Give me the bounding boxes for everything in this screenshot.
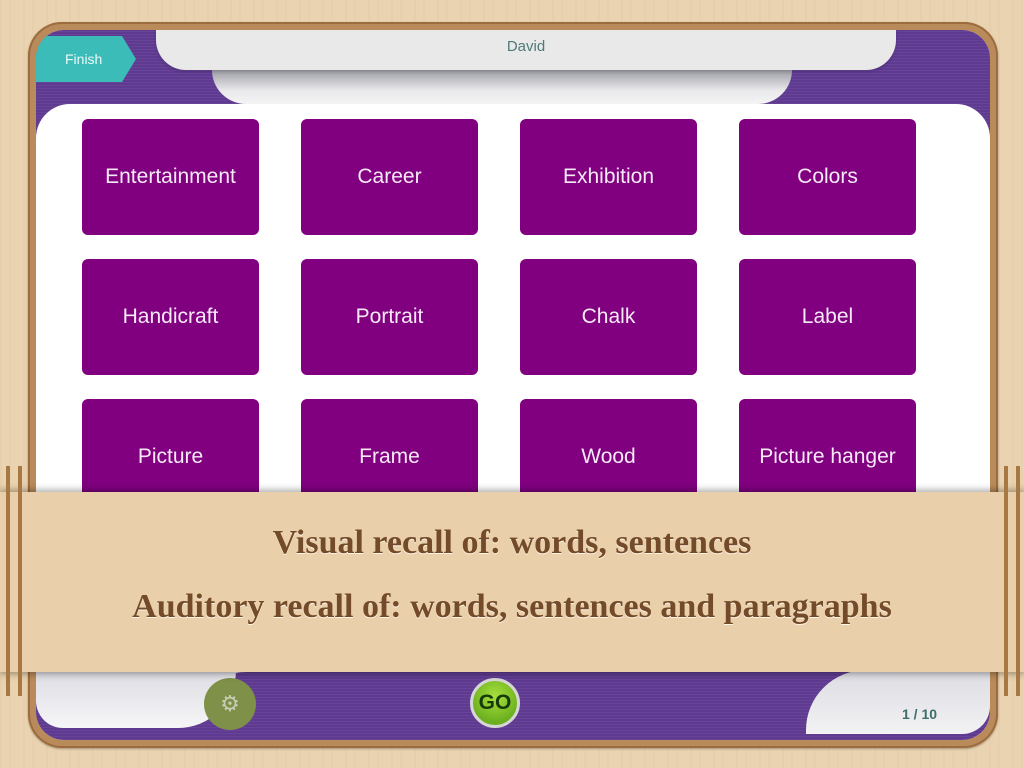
word-tile[interactable]: Label — [739, 259, 916, 375]
banner-line-auditory: Auditory recall of: words, sentences and… — [132, 588, 892, 625]
go-button[interactable]: GO — [470, 678, 520, 728]
header-bar: David — [156, 30, 896, 70]
word-tile[interactable]: Exhibition — [520, 119, 697, 235]
banner-rail — [18, 466, 22, 696]
gears-icon: ⚙ — [220, 691, 240, 717]
word-tile[interactable]: Portrait — [301, 259, 478, 375]
user-name: David — [506, 38, 546, 55]
word-tile[interactable]: Colors — [739, 119, 916, 235]
footer-right-panel — [806, 670, 990, 734]
word-tile[interactable]: Career — [301, 119, 478, 235]
finish-button[interactable]: Finish — [36, 36, 136, 82]
info-banner: Visual recall of: words, sentences Audit… — [0, 492, 1024, 672]
settings-button[interactable]: ⚙ — [204, 678, 256, 730]
header-shadow-band — [212, 70, 792, 104]
banner-rail — [1016, 466, 1020, 696]
word-tile[interactable]: Chalk — [520, 259, 697, 375]
page-counter: 1 / 10 — [902, 706, 938, 722]
banner-line-visual: Visual recall of: words, sentences — [272, 524, 752, 561]
banner-rail — [1004, 466, 1008, 696]
banner-rail — [6, 466, 10, 696]
word-tile[interactable]: Handicraft — [82, 259, 259, 375]
word-tile[interactable]: Entertainment — [82, 119, 259, 235]
